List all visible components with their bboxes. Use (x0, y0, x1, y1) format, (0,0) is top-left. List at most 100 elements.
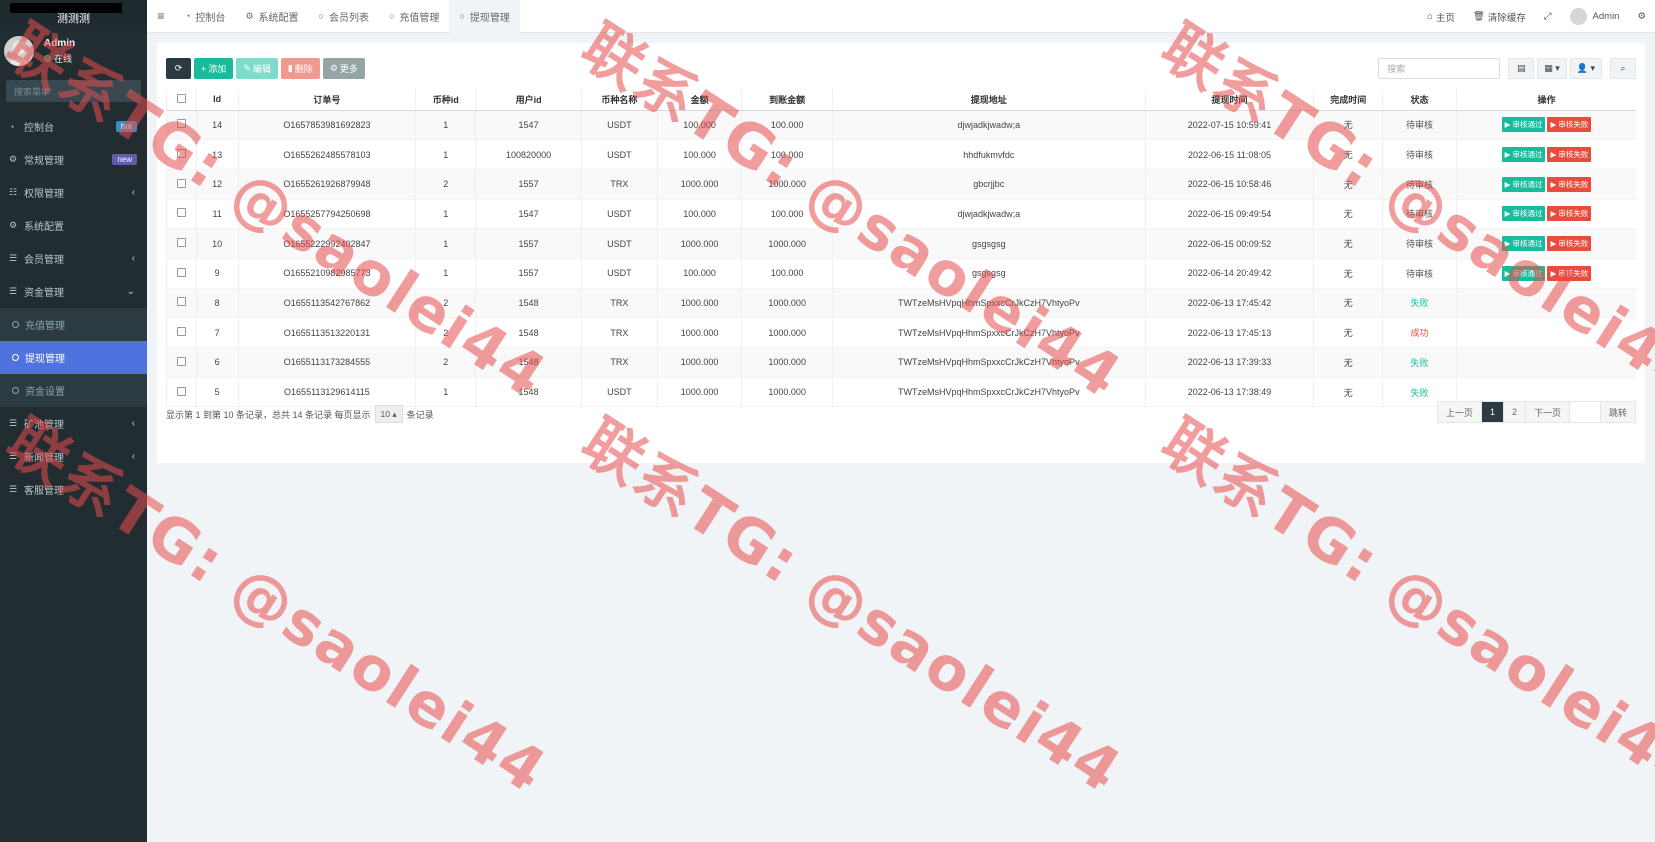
column-header[interactable]: 操作 (1455, 89, 1636, 111)
column-header[interactable]: 用户id (475, 89, 582, 111)
table-row[interactable]: 9 O1655210982985773 1 1557 USDT 100.000 100.00… (166, 258, 1636, 289)
page-2-button[interactable]: 2 (1502, 401, 1526, 423)
table-search-input[interactable]: 搜索 (1378, 58, 1501, 79)
jump-button[interactable]: 跳转 (1599, 401, 1636, 423)
reject-button[interactable]: ▶ 审核失败 (1547, 147, 1592, 163)
column-header[interactable]: 提现地址 (832, 89, 1146, 111)
sidebar-item-label: 提现管理 (25, 354, 65, 365)
cell-done: 无 (1313, 139, 1383, 170)
prev-page-button[interactable]: 上一页 (1436, 401, 1482, 423)
sidebar-item-2[interactable]: ☷ 权限管理 ‹ (0, 176, 147, 209)
sidebar-item-sub-0[interactable]: 充值管理 (0, 308, 147, 341)
table-row[interactable]: 11 O1655257794250698 1 1547 USDT 100.000 100.0… (166, 199, 1636, 230)
refresh-button[interactable]: ⟳ (166, 58, 191, 79)
reject-button[interactable]: ▶ 审核失败 (1547, 176, 1592, 192)
sidebar-item-3[interactable]: ⚙ 系统配置 (0, 209, 147, 242)
cell-user_id: 100820000 (475, 139, 582, 170)
approve-button[interactable]: ▶ 审核通过 (1501, 176, 1546, 192)
sidebar-item-12[interactable]: ☰ 客服管理 (0, 473, 147, 506)
jump-page-input[interactable] (1568, 401, 1601, 423)
next-page-button[interactable]: 下一页 (1524, 401, 1570, 423)
sidebar-item-1[interactable]: ⚙ 常规管理 new (0, 143, 147, 176)
approve-button[interactable]: ▶ 审核通过 (1501, 206, 1546, 222)
user-filter-icon[interactable]: 👤 ▾ (1569, 58, 1602, 79)
approve-button[interactable]: ▶ 审核通过 (1501, 147, 1546, 163)
approve-button[interactable]: ▶ 审核通过 (1501, 265, 1546, 281)
pencil-icon: ✎ (243, 63, 251, 73)
column-header[interactable]: Id (195, 89, 239, 111)
tab-0[interactable]: ◔ 控制台 (175, 0, 235, 33)
column-header[interactable]: 提现时间 (1144, 89, 1314, 111)
column-header[interactable]: 完成时间 (1313, 89, 1383, 111)
table-row[interactable]: 7 O1655113513220131 2 1548 TRX 1000.000 1000.0… (166, 317, 1636, 348)
row-checkbox[interactable] (176, 119, 186, 129)
row-checkbox[interactable] (176, 238, 186, 248)
column-header[interactable]: 金额 (656, 89, 742, 111)
home-link[interactable]: ⌂ 主页 (1418, 10, 1464, 24)
table-row[interactable]: 6 O1655113173284555 2 1548 TRX 1000.000 1000.0… (166, 347, 1636, 378)
more-button[interactable]: ⚙ 更多 (322, 58, 365, 79)
menu-search-input[interactable]: 搜索菜单 ⌕ (6, 80, 141, 102)
select-all-checkbox[interactable] (176, 93, 186, 103)
column-header[interactable]: 订单号 (237, 89, 416, 111)
table-row[interactable]: 5 O1655113129614115 1 1548 USDT 1000.000 1000.… (166, 377, 1636, 408)
table-row[interactable]: 12 O1655261926879948 2 1557 TRX 1000.000 1000.… (166, 169, 1636, 200)
settings-icon[interactable]: ⚙ (1628, 11, 1655, 22)
menu-toggle-icon[interactable]: ≡ (147, 9, 175, 23)
row-checkbox[interactable] (176, 327, 186, 337)
approve-button[interactable]: ▶ 审核通过 (1501, 236, 1546, 252)
tab-1[interactable]: ⚙ 系统配置 (235, 0, 308, 33)
column-header[interactable]: 到账金额 (741, 89, 833, 111)
cell-id: 9 (195, 258, 239, 289)
tab-3[interactable]: ○ 充值管理 (379, 0, 449, 33)
row-checkbox[interactable] (176, 297, 186, 307)
cell-order: O1655262485578103 (237, 139, 416, 170)
cell-received: 100.000 (741, 199, 833, 230)
reject-button[interactable]: ▶ 审核失败 (1547, 206, 1592, 222)
row-checkbox[interactable] (176, 208, 186, 218)
table-tools: 搜索 ▤ ▦ ▾ 👤 ▾ ⌕ (1378, 58, 1636, 79)
sidebar-item-0[interactable]: ◔ 控制台 hot (0, 110, 147, 143)
table-row[interactable]: 13 O1655262485578103 1 100820000 USDT 100.000… (166, 139, 1636, 170)
cell-amount: 1000.000 (656, 288, 742, 319)
sidebar-item-10[interactable]: ☰ 矿池管理 ‹ (0, 407, 147, 440)
reject-button[interactable]: ▶ 审核失败 (1547, 265, 1592, 281)
reject-button[interactable]: ▶ 审核失败 (1547, 236, 1592, 252)
cell-coin_id: 1 (415, 258, 476, 289)
sidebar-item-11[interactable]: ☰ 新闻管理 ‹ (0, 440, 147, 473)
reject-button[interactable]: ▶ 审核失败 (1547, 117, 1592, 133)
cell-address: djwjadkjwadw;a (832, 199, 1146, 230)
columns-icon[interactable]: ▦ ▾ (1537, 58, 1567, 79)
export-icon[interactable]: ▤ (1508, 58, 1535, 79)
sidebar-item-4[interactable]: ☰ 会员管理 ‹ (0, 242, 147, 275)
edit-button[interactable]: ✎ 编辑 (236, 58, 278, 79)
table-row[interactable]: 10 O1655222992402847 1 1557 USDT 1000.000 1000… (166, 228, 1636, 259)
table-row[interactable]: 14 O1657853981692823 1 1547 USDT 100.000 100.0… (166, 110, 1636, 141)
row-checkbox[interactable] (176, 386, 186, 396)
sidebar-item-sub-2[interactable]: 资金设置 (0, 374, 147, 407)
search-toggle-icon[interactable]: ⌕ (1610, 58, 1636, 79)
table-row[interactable]: 8 O1655113542767862 2 1548 TRX 1000.000 1000.0… (166, 288, 1636, 319)
cell-coin_id: 2 (415, 288, 476, 319)
tab-2[interactable]: ○ 会员列表 (309, 0, 379, 33)
tab-4[interactable]: ○ 提现管理 (449, 0, 520, 33)
row-checkbox[interactable] (176, 178, 186, 188)
delete-button[interactable]: ▮ 删除 (280, 58, 320, 79)
column-header[interactable]: 状态 (1382, 89, 1457, 111)
row-select-cell (166, 169, 197, 200)
sidebar-item-5[interactable]: ☰ 资金管理 ⌄ (0, 275, 147, 308)
clear-cache-link[interactable]: 🗑 清除缓存 (1464, 10, 1535, 24)
row-checkbox[interactable] (176, 267, 186, 277)
fullscreen-icon[interactable]: ⤢ (1535, 11, 1561, 22)
admin-menu[interactable]: Admin (1561, 8, 1629, 25)
column-header[interactable]: 币种名称 (580, 89, 658, 111)
row-checkbox[interactable] (176, 356, 186, 366)
approve-button[interactable]: ▶ 审核通过 (1501, 117, 1546, 133)
add-button[interactable]: + 添加 (194, 58, 234, 79)
sidebar-item-sub-1[interactable]: 提现管理 (0, 341, 147, 374)
row-checkbox[interactable] (176, 149, 186, 159)
column-header[interactable]: 币种id (415, 89, 476, 111)
page-1-button[interactable]: 1 (1480, 401, 1504, 423)
page-size-select[interactable]: 10 ▴ (374, 405, 403, 423)
row-select-cell (166, 317, 197, 348)
